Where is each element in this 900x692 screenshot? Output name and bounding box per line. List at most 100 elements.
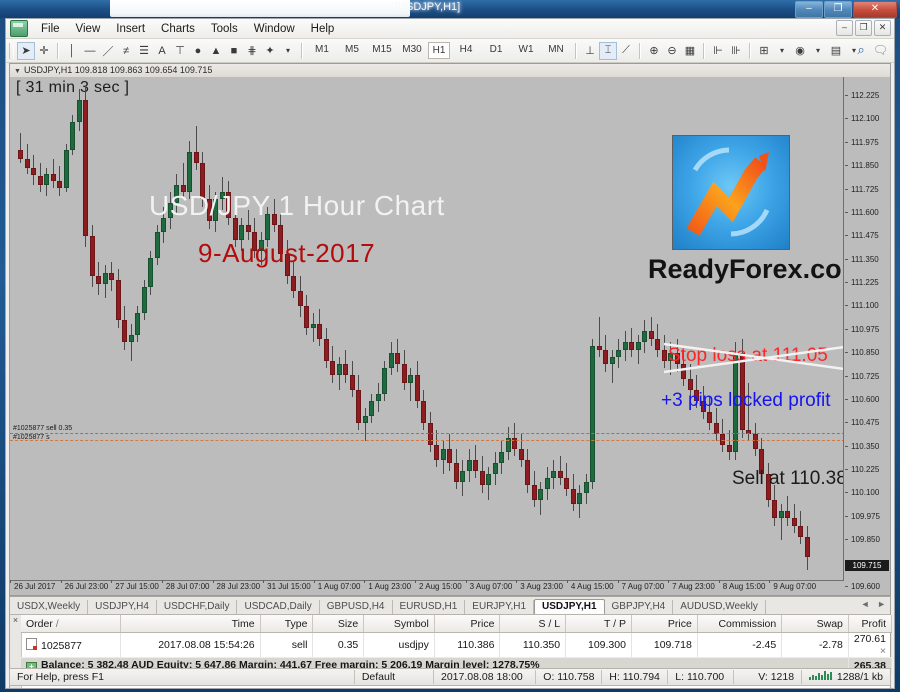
price-tick: 109.975 [844, 512, 890, 522]
rectangle-tool-icon[interactable]: ■ [225, 42, 243, 60]
symbol-tab-eurusd-h1[interactable]: EURUSD,H1 [393, 600, 466, 614]
timeframe-m5[interactable]: M5 [338, 42, 366, 59]
col-commission[interactable]: Commission [697, 615, 783, 633]
chart-window: ▼ USDJPY,H1 109.818 109.863 109.654 109.7… [9, 63, 891, 596]
col-type[interactable]: Type [260, 615, 314, 633]
chart-body[interactable]: [ 31 min 3 sec ] #1025877 sell 0.35 #102… [10, 77, 890, 595]
cell-tp[interactable]: 109.300 [565, 632, 632, 658]
chart-titlebar: ▼ USDJPY,H1 109.818 109.863 109.654 109.7… [10, 64, 890, 78]
timeframe-m15[interactable]: M15 [368, 42, 396, 59]
symbol-tab-gbpjpy-h4[interactable]: GBPJPY,H4 [605, 600, 674, 614]
symbol-tab-usdcad-daily[interactable]: USDCAD,Daily [237, 600, 320, 614]
line-chart-icon[interactable]: ⟋ [617, 42, 635, 60]
menu-window[interactable]: Window [246, 21, 303, 37]
stop-loss-line[interactable] [10, 439, 890, 441]
symbol-tab-eurjpy-h1[interactable]: EURJPY,H1 [465, 600, 535, 614]
tile-windows-icon[interactable]: ▦ [681, 42, 699, 60]
symbol-tab-audusd-weekly[interactable]: AUDUSD,Weekly [673, 600, 766, 614]
sell-order-line[interactable] [10, 432, 890, 434]
col-symbol[interactable]: Symbol [363, 615, 435, 633]
candlestick-chart-icon[interactable]: ⌶ [599, 41, 617, 60]
symbol-tabs-prev-icon[interactable]: ◄ [861, 599, 870, 609]
menu-tools[interactable]: Tools [203, 21, 246, 37]
os-titlebar[interactable]: [USDJPY,H1] – ❐ ✕ [0, 0, 900, 18]
menu-view[interactable]: View [68, 21, 109, 37]
col-profit[interactable]: Profit [848, 615, 893, 633]
text-tool-icon[interactable]: A [153, 42, 171, 60]
menu-help[interactable]: Help [303, 21, 343, 37]
zoom-out-icon[interactable]: ⊖ [663, 42, 681, 60]
chart-shift-icon[interactable]: ⊪ [727, 42, 745, 60]
mdi-restore-button[interactable]: ❐ [855, 20, 872, 36]
indicators-icon[interactable]: ▤ [827, 42, 845, 60]
timeframe-w1[interactable]: W1 [512, 42, 540, 59]
symbol-tabs-nav[interactable]: ◄ ► [861, 599, 886, 609]
timeframe-mn[interactable]: MN [542, 42, 570, 59]
os-close-button[interactable]: ✕ [853, 1, 897, 18]
price-tick: 111.725 [844, 185, 890, 195]
zoom-in-icon[interactable]: ⊕ [645, 42, 663, 60]
arrows-dropdown-icon[interactable]: ▾ [279, 42, 297, 60]
os-restore-button[interactable]: ❐ [824, 1, 852, 18]
status-low: L: 110.700 [675, 671, 725, 683]
time-scale[interactable]: 26 Jul 2017 26 Jul 23:00 27 Jul 15:00 28 Ju… [10, 580, 844, 595]
timeframe-m30[interactable]: M30 [398, 42, 426, 59]
menu-file[interactable]: File [33, 21, 68, 37]
cell-price-open: 110.386 [434, 632, 501, 658]
expert-advisor-dropdown-icon[interactable]: ▾ [809, 42, 827, 60]
chart-symbol-tabs[interactable]: USDX,Weekly USDJPY,H4 USDCHF,Daily USDCAD,D… [10, 597, 890, 615]
cycle-lines-tool-icon[interactable]: ⋕ [243, 42, 261, 60]
mdi-minimize-button[interactable]: – [836, 20, 853, 36]
col-order[interactable]: Order / [21, 615, 122, 633]
symbol-tab-gbpusd-h4[interactable]: GBPUSD,H4 [320, 600, 393, 614]
ellipse-tool-icon[interactable]: ● [189, 42, 207, 60]
timeframe-h4[interactable]: H4 [452, 42, 480, 59]
col-sl[interactable]: S / L [499, 615, 567, 633]
timeframe-d1[interactable]: D1 [482, 42, 510, 59]
cursor-tool-icon[interactable]: ➤ [17, 41, 35, 60]
menu-insert[interactable]: Insert [108, 21, 153, 37]
timeframe-h1[interactable]: H1 [428, 42, 450, 59]
mt4-application-window: [USDJPY,H1] – ❐ ✕ File View Insert Chart… [0, 0, 900, 692]
menu-charts[interactable]: Charts [153, 21, 203, 37]
table-row[interactable]: 1025877 2017.08.08 15:54:26 sell 0.35 us… [21, 632, 893, 658]
new-order-icon[interactable]: ⊞ [755, 42, 773, 60]
cell-sl[interactable]: 110.350 [499, 632, 567, 658]
trendline-tool-icon[interactable]: ／ [99, 42, 117, 60]
new-order-dropdown-icon[interactable]: ▾ [773, 42, 791, 60]
toolbar-grip[interactable] [9, 42, 14, 59]
search-icon[interactable]: ⌕ [857, 42, 864, 58]
timeframe-m1[interactable]: M1 [308, 42, 336, 59]
col-size[interactable]: Size [312, 615, 365, 633]
symbol-tab-usdx-weekly[interactable]: USDX,Weekly [10, 600, 89, 614]
time-tick: 2 Aug 15:00 [415, 580, 462, 591]
close-order-icon[interactable]: × [880, 645, 886, 657]
os-minimize-button[interactable]: – [795, 1, 823, 18]
text-label-tool-icon[interactable]: ⊤ [171, 42, 189, 60]
autoscroll-icon[interactable]: ⊩ [709, 42, 727, 60]
chat-icon[interactable]: 🗨 [873, 43, 888, 57]
symbol-tabs-next-icon[interactable]: ► [877, 599, 886, 609]
status-profile[interactable]: Default [355, 669, 433, 685]
col-tp[interactable]: T / P [565, 615, 632, 633]
equidistant-channel-tool-icon[interactable]: ≠ [117, 42, 135, 60]
triangle-tool-icon[interactable]: ▲ [207, 42, 225, 60]
arrows-tool-icon[interactable]: ✦ [261, 42, 279, 60]
bar-chart-icon[interactable]: ⊥ [581, 42, 599, 60]
col-time[interactable]: Time [120, 615, 261, 633]
crosshair-tool-icon[interactable]: ✛ [35, 42, 53, 60]
toolbar-separator-6 [749, 42, 751, 59]
horizontal-line-tool-icon[interactable]: — [81, 42, 99, 60]
chart-overlay-title: USD/JPY 1 Hour Chart [149, 190, 445, 221]
price-scale[interactable]: 112.225 112.100 111.975 111.850 111.725 111.6… [843, 77, 890, 595]
symbol-tab-usdchf-daily[interactable]: USDCHF,Daily [157, 600, 238, 614]
col-price-current[interactable]: Price [631, 615, 698, 633]
symbol-tab-usdjpy-h1[interactable]: USDJPY,H1 [534, 599, 605, 614]
col-price-open[interactable]: Price [434, 615, 501, 633]
col-swap[interactable]: Swap [781, 615, 849, 633]
fibonacci-retracement-tool-icon[interactable]: ☰ [135, 42, 153, 60]
vertical-line-tool-icon[interactable]: │ [63, 42, 81, 60]
symbol-tab-usdjpy-h4[interactable]: USDJPY,H4 [88, 600, 157, 614]
mdi-close-button[interactable]: ✕ [874, 20, 891, 36]
expert-advisor-icon[interactable]: ◉ [791, 42, 809, 60]
